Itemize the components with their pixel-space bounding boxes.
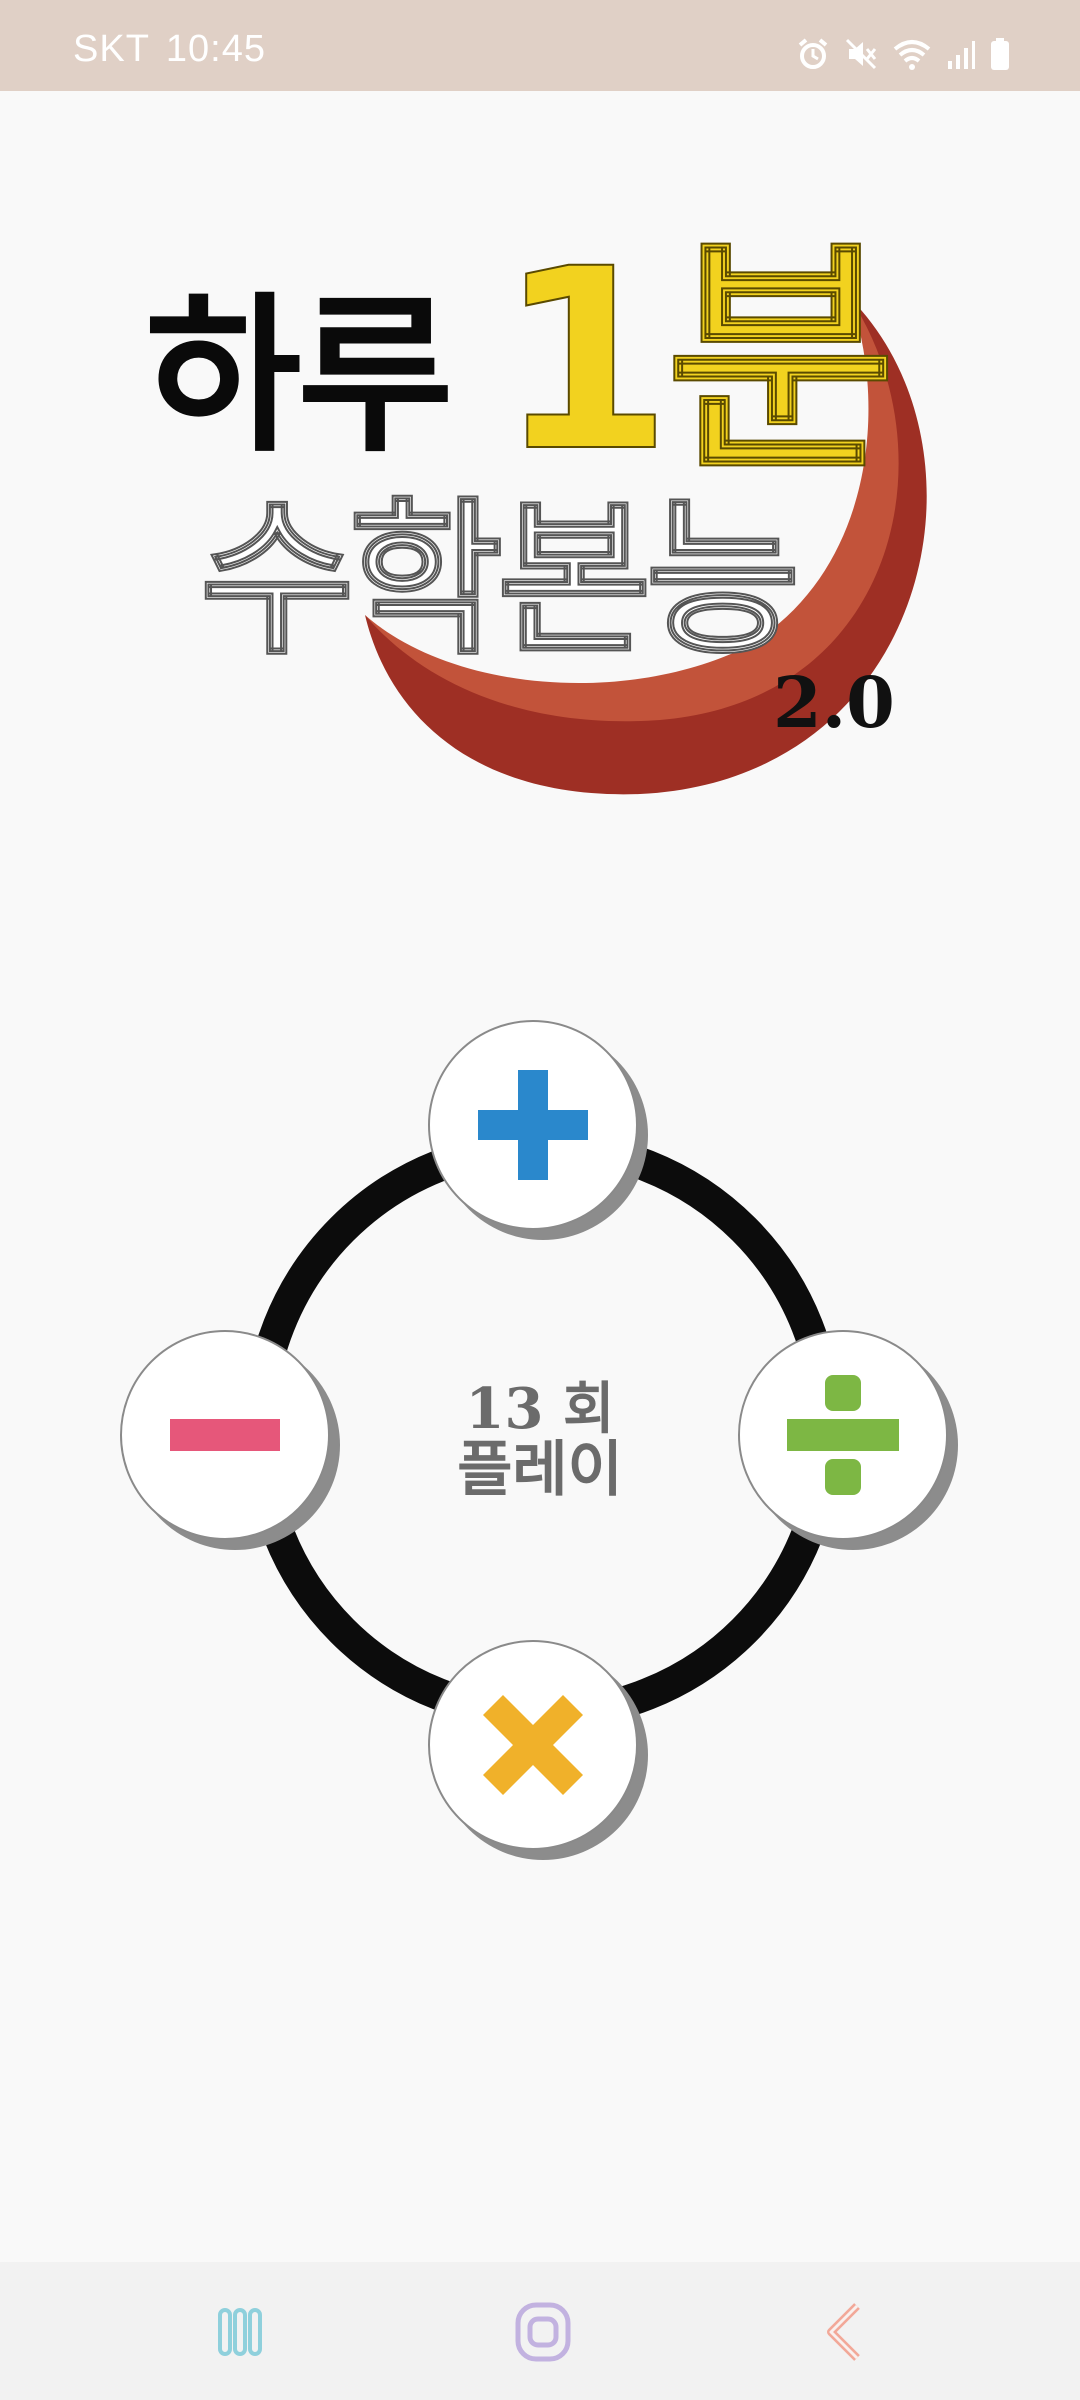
wifi-icon <box>893 40 931 70</box>
plus-icon <box>478 1070 588 1180</box>
home-icon <box>515 2302 571 2362</box>
back-icon <box>827 2303 860 2361</box>
recent-apps-button[interactable] <box>200 2302 280 2362</box>
recent-apps-icon <box>218 2308 262 2356</box>
navigation-bar <box>0 2262 1080 2400</box>
signal-icon <box>948 41 975 69</box>
play-count-value: 13 회 <box>465 1376 615 1442</box>
app-logo: 하루 1분 수학본능 2.0 <box>0 200 1080 820</box>
status-bar: SKT 10:45 <box>0 0 1080 91</box>
plus-button[interactable] <box>428 1020 638 1230</box>
back-button[interactable] <box>805 2302 885 2362</box>
logo-version: 2.0 <box>773 661 895 744</box>
alarm-icon <box>798 38 828 69</box>
operation-selector: 13 회 플레이 <box>0 1000 1080 1900</box>
logo-text-one-minute: 1분 <box>497 215 897 506</box>
divide-button[interactable] <box>738 1330 948 1540</box>
status-left: SKT 10:45 <box>73 28 282 71</box>
play-count-label: 플레이 <box>457 1434 623 1505</box>
status-icons <box>796 34 1010 74</box>
carrier-label: SKT <box>73 28 150 70</box>
mute-icon <box>845 38 877 70</box>
minus-icon <box>170 1419 280 1451</box>
logo-text-math-instinct: 수학본능 <box>199 482 801 678</box>
home-button[interactable] <box>503 2302 583 2362</box>
play-count: 13 회 플레이 <box>390 1380 690 1502</box>
divide-icon <box>787 1375 899 1495</box>
logo-text-haru: 하루 <box>145 278 454 476</box>
battery-icon <box>991 38 1009 70</box>
minus-button[interactable] <box>120 1330 330 1540</box>
clock: 10:45 <box>165 28 266 70</box>
multiply-button[interactable] <box>428 1640 638 1850</box>
multiply-icon <box>483 1695 583 1795</box>
screen: SKT 10:45 하루 1분 수학본능 2.0 13 회 플레이 <box>0 0 1080 2400</box>
